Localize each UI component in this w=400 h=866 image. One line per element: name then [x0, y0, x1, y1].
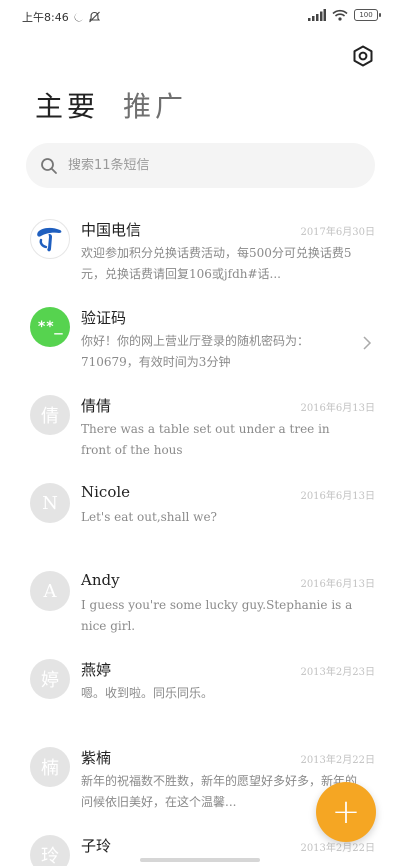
- muted-bell-icon: [88, 11, 100, 23]
- message-time: 2016年6月13日: [300, 491, 375, 502]
- contact-name: 子玲: [81, 837, 112, 855]
- battery-icon: 100: [354, 9, 381, 21]
- chevron-right-icon[interactable]: [362, 335, 372, 351]
- avatar: 倩: [30, 395, 70, 435]
- conversation-item[interactable]: **_ 验证码 你好！你的网上营业厅登录的随机密码为：710679，有效时间为3…: [0, 293, 400, 381]
- search-input[interactable]: [68, 158, 348, 173]
- avatar: 玲: [30, 835, 70, 866]
- message-time: 2017年6月30日: [300, 227, 375, 238]
- status-bar: 上午8:46 100: [0, 0, 400, 34]
- message-time: 2013年2月23日: [300, 667, 375, 678]
- conversation-item[interactable]: 倩 倩倩 2016年6月13日 There was a table set ou…: [0, 381, 400, 469]
- settings-hexagon-icon: [353, 45, 373, 67]
- avatar: **_: [30, 307, 70, 347]
- status-left: 上午8:46: [22, 9, 101, 25]
- message-time: 2013年2月22日: [300, 843, 375, 854]
- settings-button[interactable]: [351, 44, 375, 68]
- tab-main[interactable]: 主要: [35, 85, 99, 125]
- china-telecom-logo-icon: [37, 227, 62, 252]
- new-message-button[interactable]: +: [316, 782, 376, 842]
- contact-name: Nicole: [81, 483, 131, 501]
- contact-name: Andy: [81, 571, 120, 589]
- message-preview: 你好！你的网上营业厅登录的随机密码为：710679，有效时间为3分钟: [81, 334, 310, 369]
- contact-name: 倩倩: [81, 397, 112, 415]
- moon-icon: [74, 12, 83, 21]
- message-preview: Let's eat out,shall we?: [81, 510, 217, 524]
- conversation-list: 中国电信 2017年6月30日 欢迎参加积分兑换话费活动，每500分可兑换话费5…: [0, 205, 400, 866]
- conversation-item[interactable]: A Andy 2016年6月13日 I guess you're some lu…: [0, 557, 400, 645]
- signal-icon: [308, 9, 326, 21]
- status-right: 100: [308, 9, 381, 21]
- avatar: N: [30, 483, 70, 523]
- message-preview: I guess you're some lucky guy.Stephanie …: [81, 598, 353, 633]
- avatar: A: [30, 571, 70, 611]
- message-preview: There was a table set out under a tree i…: [81, 422, 330, 457]
- message-time: 2013年2月22日: [300, 755, 375, 766]
- contact-name: 中国电信: [81, 221, 142, 239]
- message-preview: 欢迎参加积分兑换话费活动，每500分可兑换话费5元，兑换话费请回复106或jfd…: [81, 246, 352, 281]
- conversation-item[interactable]: 中国电信 2017年6月30日 欢迎参加积分兑换话费活动，每500分可兑换话费5…: [0, 205, 400, 293]
- avatar: 婷: [30, 659, 70, 699]
- contact-name: 紫楠: [81, 749, 112, 767]
- message-preview: 嗯。收到啦。同乐同乐。: [81, 686, 214, 700]
- avatar: 楠: [30, 747, 70, 787]
- message-time: 2016年6月13日: [300, 403, 375, 414]
- contact-name: 验证码: [81, 309, 127, 327]
- china-telecom-logo-avatar: [30, 219, 70, 259]
- search-bar[interactable]: [26, 143, 375, 188]
- tab-promotions[interactable]: 推广: [123, 85, 187, 125]
- home-indicator: [140, 858, 260, 862]
- search-icon: [41, 157, 57, 174]
- message-time: 2016年6月13日: [300, 579, 375, 590]
- wifi-icon: [332, 9, 348, 21]
- status-time: 上午8:46: [22, 11, 69, 24]
- battery-level: 100: [359, 11, 373, 19]
- conversation-item[interactable]: 婷 燕婷 2013年2月23日 嗯。收到啦。同乐同乐。: [0, 645, 400, 733]
- plus-icon: +: [331, 792, 361, 832]
- category-tabs: 主要 推广: [35, 85, 187, 125]
- contact-name: 燕婷: [81, 661, 112, 679]
- conversation-item[interactable]: N Nicole 2016年6月13日 Let's eat out,shall …: [0, 469, 400, 557]
